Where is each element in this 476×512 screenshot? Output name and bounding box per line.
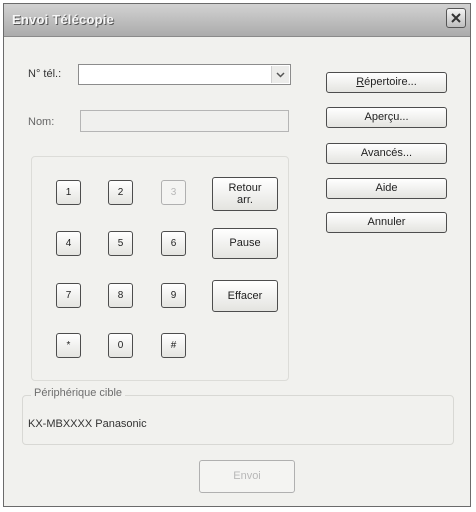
directory-button[interactable]: Répertoire... <box>326 72 447 93</box>
key-2[interactable]: 2 <box>108 180 133 205</box>
advanced-button[interactable]: Avancés... <box>326 143 447 164</box>
key-hash[interactable]: # <box>161 333 186 358</box>
name-label: Nom: <box>28 116 55 128</box>
advanced-button-label: Avancés... <box>360 147 413 160</box>
directory-button-label: Répertoire... <box>356 76 417 89</box>
key-1[interactable]: 1 <box>56 180 81 205</box>
send-button[interactable]: Envoi <box>199 460 295 493</box>
chevron-down-icon <box>276 72 285 78</box>
target-device-title: Périphérique cible <box>31 387 126 399</box>
help-button[interactable]: Aide <box>326 178 447 199</box>
key-7[interactable]: 7 <box>56 283 81 308</box>
back-button-label: Retour arr. <box>228 181 262 206</box>
cancel-button-label: Annuler <box>367 216 406 229</box>
phone-dropdown-button[interactable] <box>271 66 289 83</box>
close-icon <box>451 13 461 23</box>
pause-button[interactable]: Pause <box>212 228 278 259</box>
phone-label: N° tél.: <box>28 68 62 80</box>
help-button-label: Aide <box>375 182 398 195</box>
key-8[interactable]: 8 <box>108 283 133 308</box>
key-3[interactable]: 3 <box>161 180 186 205</box>
key-5[interactable]: 5 <box>108 231 133 256</box>
clear-button[interactable]: Effacer <box>212 280 278 312</box>
preview-button[interactable]: Aperçu... <box>326 107 447 128</box>
window-title: Envoi Télécopie <box>12 12 114 27</box>
close-button[interactable] <box>446 8 466 28</box>
back-button[interactable]: Retour arr. <box>212 177 278 211</box>
key-4[interactable]: 4 <box>56 231 81 256</box>
phone-number-combobox[interactable] <box>78 64 291 85</box>
target-device-value: KX-MBXXXX Panasonic <box>28 418 147 430</box>
pause-button-label: Pause <box>229 237 261 250</box>
key-0[interactable]: 0 <box>108 333 133 358</box>
clear-button-label: Effacer <box>227 289 263 302</box>
preview-button-label: Aperçu... <box>364 111 409 124</box>
key-6[interactable]: 6 <box>161 231 186 256</box>
title-bar: Envoi Télécopie <box>4 4 470 37</box>
key-star[interactable]: * <box>56 333 81 358</box>
cancel-button[interactable]: Annuler <box>326 212 447 233</box>
name-field[interactable] <box>80 110 289 132</box>
key-9[interactable]: 9 <box>161 283 186 308</box>
